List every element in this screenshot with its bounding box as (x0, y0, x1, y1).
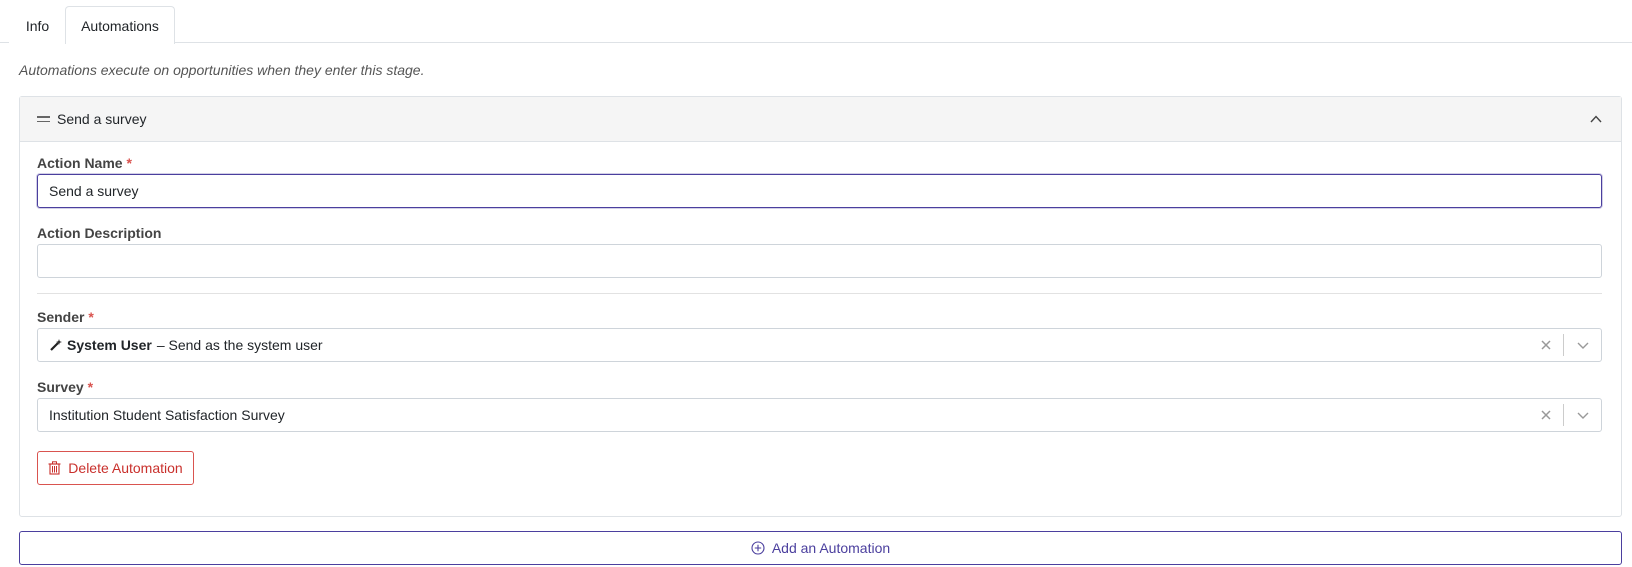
trash-icon (48, 461, 61, 475)
chevron-down-icon[interactable] (1564, 399, 1601, 431)
survey-label: Survey * (37, 379, 94, 395)
sender-value: System User – Send as the system user (49, 337, 1529, 353)
clear-x-icon[interactable] (1529, 329, 1563, 361)
magic-wand-icon (50, 339, 62, 351)
chevron-down-icon[interactable] (1564, 329, 1601, 361)
sender-name: System User (67, 337, 152, 353)
delete-automation-button[interactable]: Delete Automation (37, 451, 194, 485)
action-description-label: Action Description (37, 225, 162, 241)
clear-x-icon[interactable] (1529, 399, 1563, 431)
automation-card: Send a survey Action Name * Action Descr… (19, 96, 1622, 517)
add-automation-label: Add an Automation (771, 540, 891, 556)
drag-handle-icon[interactable] (37, 116, 50, 122)
plus-circle-icon (751, 541, 765, 555)
survey-select[interactable]: Institution Student Satisfaction Survey (37, 398, 1602, 432)
required-mark: * (88, 309, 94, 325)
automation-card-header[interactable]: Send a survey (20, 97, 1621, 142)
add-automation-button[interactable]: Add an Automation (19, 531, 1622, 565)
tab-info[interactable]: Info (9, 6, 66, 44)
action-name-label: Action Name * (37, 155, 132, 171)
required-mark: * (126, 155, 132, 171)
action-name-input[interactable] (37, 174, 1602, 208)
tab-automations[interactable]: Automations (65, 6, 175, 44)
automations-hint: Automations execute on opportunities whe… (19, 62, 425, 78)
required-mark: * (87, 379, 94, 395)
sender-detail: – Send as the system user (156, 337, 323, 353)
sender-select[interactable]: System User – Send as the system user (37, 328, 1602, 362)
survey-value: Institution Student Satisfaction Survey (49, 407, 285, 423)
delete-automation-label: Delete Automation (68, 460, 183, 476)
sender-label: Sender * (37, 309, 94, 325)
tab-bar: Info Automations (0, 0, 1632, 44)
chevron-up-icon[interactable] (1589, 112, 1603, 126)
action-description-input[interactable] (37, 244, 1602, 278)
automation-title: Send a survey (57, 111, 147, 127)
section-divider (37, 293, 1602, 294)
